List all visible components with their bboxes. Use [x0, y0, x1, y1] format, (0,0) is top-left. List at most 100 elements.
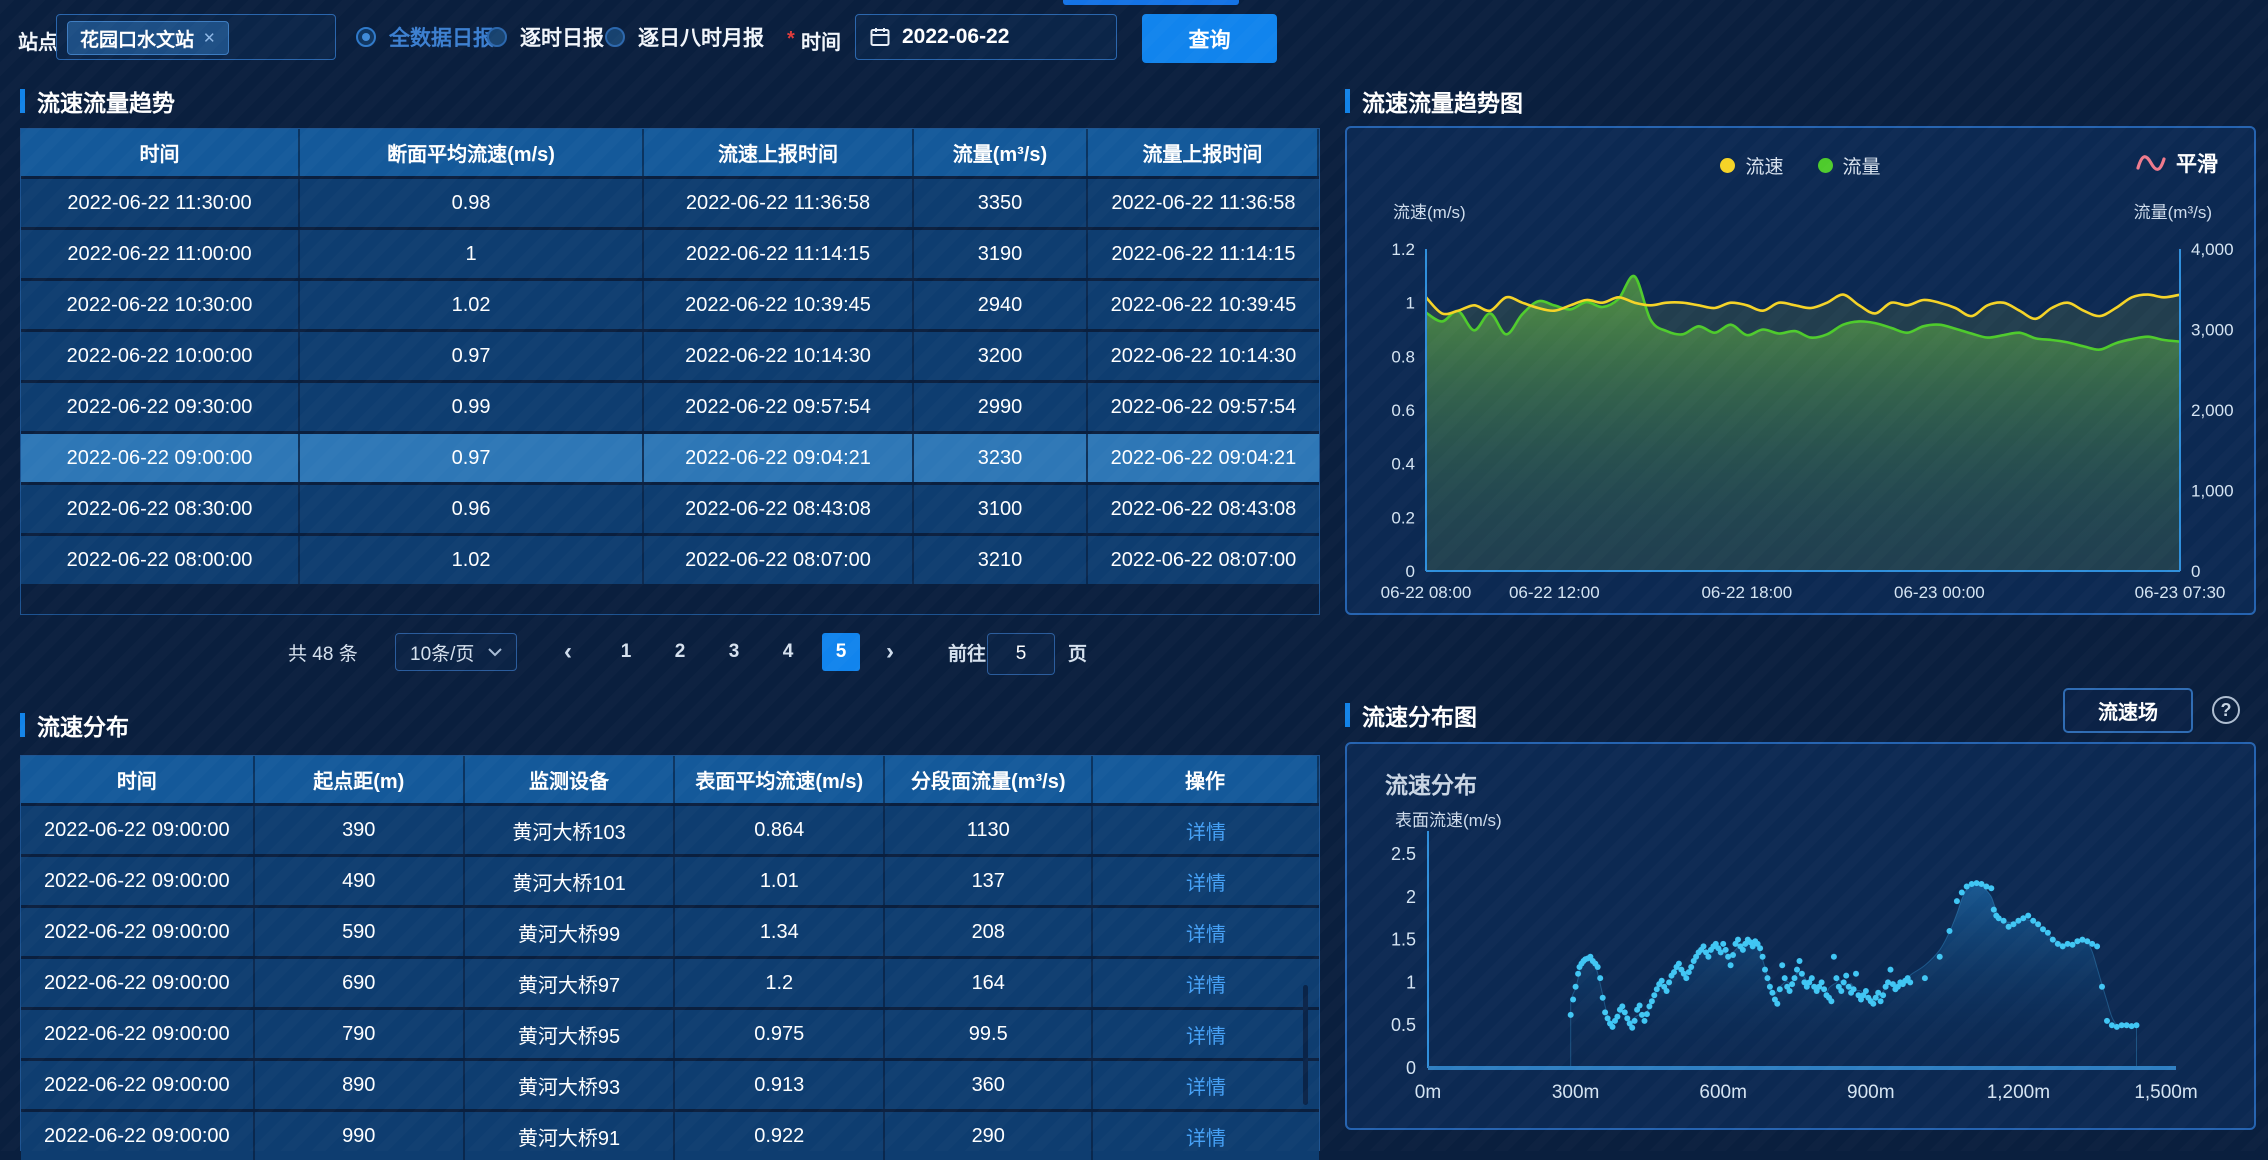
query-button[interactable]: 查询 — [1142, 14, 1277, 63]
svg-text:2: 2 — [1406, 887, 1416, 907]
table-cell: 3100 — [914, 485, 1088, 533]
page-number-button[interactable]: 4 — [768, 628, 808, 676]
table-cell: 2022-06-22 11:36:58 — [1088, 179, 1319, 227]
page-number-button[interactable]: 2 — [660, 628, 700, 676]
page-number-button[interactable]: 5 — [822, 633, 860, 671]
table-row[interactable]: 2022-06-22 11:00:0012022-06-22 11:14:153… — [21, 230, 1319, 278]
trend-chart-svg: 00.20.40.60.811.201,0002,0003,0004,00006… — [1347, 128, 2254, 613]
station-tag[interactable]: 花园口水文站 ✕ — [67, 21, 229, 55]
table-cell: 790 — [255, 1010, 465, 1058]
table-row[interactable]: 2022-06-22 11:30:000.982022-06-22 11:36:… — [21, 179, 1319, 227]
date-value: 2022-06-22 — [902, 25, 1009, 49]
date-input[interactable]: 2022-06-22 — [855, 14, 1117, 60]
table-row[interactable]: 2022-06-22 09:00:00690黄河大桥971.2164详情 — [21, 959, 1319, 1007]
action-cell: 详情 — [1093, 806, 1319, 854]
svg-text:600m: 600m — [1699, 1082, 1747, 1103]
table-cell: 黄河大桥99 — [465, 908, 675, 956]
action-cell: 详情 — [1093, 857, 1319, 905]
table-cell: 2022-06-22 09:00:00 — [21, 434, 300, 482]
table-row[interactable]: 2022-06-22 10:30:001.022022-06-22 10:39:… — [21, 281, 1319, 329]
trend-chart-panel: 流速 流量 平滑 流速(m/s) 流量(m³/s) 00.20.40.60.81… — [1345, 126, 2256, 615]
table-cell: 0.922 — [675, 1112, 885, 1160]
svg-text:06-23 07:30: 06-23 07:30 — [2135, 583, 2226, 602]
header-cell: 时间 — [21, 756, 255, 803]
dist-table: 时间起点距(m)监测设备表面平均流速(m/s)分段面流量(m³/s)操作2022… — [20, 755, 1320, 1151]
table-row[interactable]: 2022-06-22 09:00:000.972022-06-22 09:04:… — [21, 434, 1319, 482]
time-label: 时间 — [801, 26, 841, 55]
table-cell: 3210 — [914, 536, 1088, 584]
calendar-icon — [870, 27, 890, 47]
table-cell: 2022-06-22 08:00:00 — [21, 536, 300, 584]
table-cell: 208 — [885, 908, 1093, 956]
svg-text:0m: 0m — [1415, 1082, 1441, 1103]
header-cell: 时间 — [21, 129, 300, 176]
title-accent-bar — [20, 713, 25, 737]
page-number-button[interactable]: 1 — [606, 628, 646, 676]
svg-text:1,000: 1,000 — [2191, 482, 2234, 501]
table-cell: 2022-06-22 11:36:58 — [644, 179, 914, 227]
detail-link[interactable]: 详情 — [1186, 918, 1226, 947]
table-cell: 390 — [255, 806, 465, 854]
table-cell: 2022-06-22 09:30:00 — [21, 383, 300, 431]
table-cell: 99.5 — [885, 1010, 1093, 1058]
radio-icon — [487, 27, 507, 47]
svg-text:06-22 18:00: 06-22 18:00 — [1701, 583, 1792, 602]
table-cell: 0.99 — [300, 383, 644, 431]
action-cell: 详情 — [1093, 959, 1319, 1007]
detail-link[interactable]: 详情 — [1186, 1122, 1226, 1151]
table-header-row: 时间起点距(m)监测设备表面平均流速(m/s)分段面流量(m³/s)操作 — [21, 756, 1319, 803]
title-accent-bar — [20, 89, 25, 113]
detail-link[interactable]: 详情 — [1186, 1020, 1226, 1049]
station-select[interactable]: 花园口水文站 ✕ — [56, 14, 336, 60]
detail-link[interactable]: 详情 — [1186, 816, 1226, 845]
table-cell: 0.864 — [675, 806, 885, 854]
table-cell: 2022-06-22 09:00:00 — [21, 806, 255, 854]
table-row[interactable]: 2022-06-22 09:00:00590黄河大桥991.34208详情 — [21, 908, 1319, 956]
table-scrollbar-thumb[interactable] — [1303, 985, 1308, 1105]
svg-text:0.2: 0.2 — [1391, 508, 1415, 527]
next-page-button[interactable]: › — [872, 628, 908, 676]
radio-option-hourly-daily[interactable]: 逐时日报 — [487, 14, 604, 60]
filter-toolbar: 站点 花园口水文站 ✕ 全数据日报 逐时日报 逐日八时月报 * 时间 2022-… — [0, 0, 2268, 72]
svg-text:1.5: 1.5 — [1391, 930, 1416, 950]
table-row[interactable]: 2022-06-22 09:00:00790黄河大桥950.97599.5详情 — [21, 1010, 1319, 1058]
detail-link[interactable]: 详情 — [1186, 969, 1226, 998]
dist-chart-section-title: 流速分布图 — [1345, 698, 1477, 732]
table-row[interactable]: 2022-06-22 09:00:00990黄河大桥910.922290详情 — [21, 1112, 1319, 1160]
goto-page-input[interactable] — [987, 633, 1055, 675]
page-size-select[interactable]: 10条/页 — [395, 633, 517, 671]
pagination: 共 48 条 10条/页 ‹ 12345 › 前往 页 — [20, 628, 1320, 676]
header-cell: 断面平均流速(m/s) — [300, 129, 644, 176]
prev-page-button[interactable]: ‹ — [550, 628, 586, 676]
radio-option-eight-hour-monthly[interactable]: 逐日八时月报 — [605, 14, 764, 60]
table-row[interactable]: 2022-06-22 09:00:00890黄河大桥930.913360详情 — [21, 1061, 1319, 1109]
table-row[interactable]: 2022-06-22 08:00:001.022022-06-22 08:07:… — [21, 536, 1319, 584]
detail-link[interactable]: 详情 — [1186, 867, 1226, 896]
table-row[interactable]: 2022-06-22 10:00:000.972022-06-22 10:14:… — [21, 332, 1319, 380]
tag-close-icon[interactable]: ✕ — [203, 31, 216, 46]
velocity-field-button[interactable]: 流速场 — [2063, 688, 2193, 733]
table-cell: 990 — [255, 1112, 465, 1160]
station-label: 站点 — [18, 26, 58, 55]
title-accent-bar — [1345, 703, 1350, 727]
detail-link[interactable]: 详情 — [1186, 1071, 1226, 1100]
table-cell: 2990 — [914, 383, 1088, 431]
table-row[interactable]: 2022-06-22 09:30:000.992022-06-22 09:57:… — [21, 383, 1319, 431]
table-cell: 0.97 — [300, 434, 644, 482]
active-tab-indicator — [1063, 0, 1239, 5]
table-row[interactable]: 2022-06-22 09:00:00490黄河大桥1011.01137详情 — [21, 857, 1319, 905]
action-cell: 详情 — [1093, 908, 1319, 956]
table-row[interactable]: 2022-06-22 08:30:000.962022-06-22 08:43:… — [21, 485, 1319, 533]
table-cell: 黄河大桥97 — [465, 959, 675, 1007]
svg-text:06-22 12:00: 06-22 12:00 — [1509, 583, 1600, 602]
page-number-button[interactable]: 3 — [714, 628, 754, 676]
radio-option-all-data-daily[interactable]: 全数据日报 — [356, 14, 494, 60]
table-cell: 2022-06-22 11:14:15 — [644, 230, 914, 278]
table-cell: 2022-06-22 08:30:00 — [21, 485, 300, 533]
header-cell: 操作 — [1093, 756, 1319, 803]
help-icon[interactable]: ? — [2212, 696, 2240, 724]
trend-chart-section-title: 流速流量趋势图 — [1345, 84, 1523, 118]
table-row[interactable]: 2022-06-22 09:00:00390黄河大桥1030.8641130详情 — [21, 806, 1319, 854]
header-cell: 起点距(m) — [255, 756, 465, 803]
table-cell: 2022-06-22 11:14:15 — [1088, 230, 1319, 278]
